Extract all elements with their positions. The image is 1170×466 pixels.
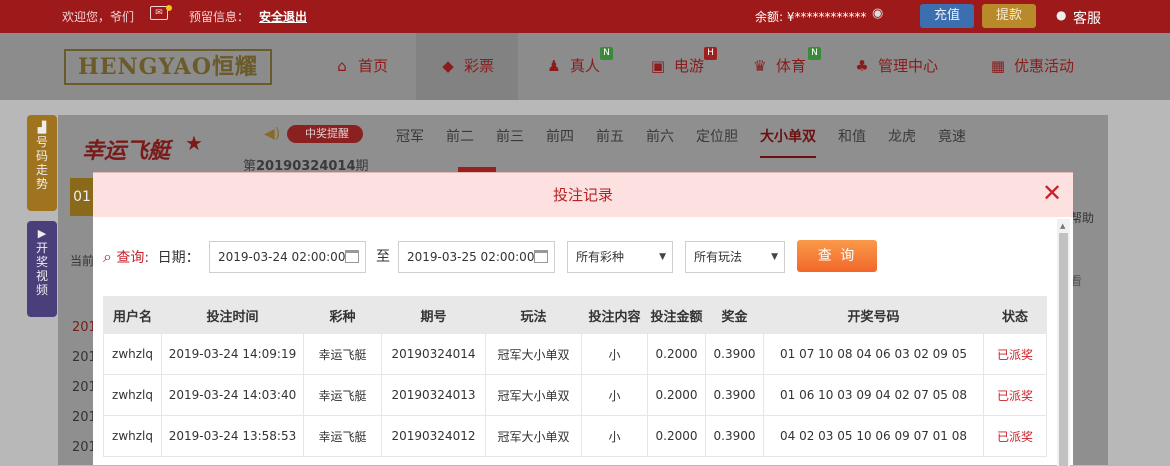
caret-down-icon: ▼ — [659, 252, 666, 262]
user-icon: ● — [1056, 8, 1067, 22]
tab-dragon-tiger[interactable]: 龙虎 — [888, 126, 916, 146]
table-row[interactable]: zwhzlq 2019-03-24 13:58:53 幸运飞艇 20190324… — [103, 415, 1047, 457]
top-bar: 欢迎您，爷们 ✉ 预留信息： 安全退出 余额: ¥************ ◉ … — [0, 0, 1170, 33]
col-play: 玩法 — [485, 296, 582, 334]
notification-dot — [166, 5, 172, 11]
customer-service-link[interactable]: 客服 — [1073, 8, 1101, 28]
table-row[interactable]: zwhzlq 2019-03-24 14:09:19 幸运飞艇 20190324… — [103, 333, 1047, 375]
nav-item-promotions[interactable]: ▦ 优惠活动 — [988, 33, 1074, 100]
tab-top5[interactable]: 前五 — [596, 126, 624, 146]
nav-item-lottery[interactable]: ◆ 彩票 — [416, 33, 518, 100]
eye-hidden-icon[interactable]: ◉ — [872, 6, 883, 21]
play-select[interactable]: 所有玩法 ▼ — [685, 241, 785, 273]
tab-top2[interactable]: 前二 — [446, 126, 474, 146]
status-badge: 已派奖 — [983, 333, 1047, 375]
game-title: 幸运飞艇 — [82, 139, 171, 164]
col-content: 投注内容 — [581, 296, 648, 334]
scrollbar-thumb[interactable] — [1059, 233, 1068, 466]
help-link[interactable]: 帮助 — [1070, 209, 1094, 226]
calendar-icon[interactable] — [345, 250, 359, 263]
ticket-icon: ◆ — [442, 57, 454, 75]
person-icon: ♟ — [547, 57, 561, 75]
modal-title: 投注记录 — [552, 186, 613, 204]
trend-tab[interactable]: ▟ 号码走势 — [27, 115, 57, 211]
withdraw-button[interactable]: 提款 — [982, 4, 1036, 28]
logout-link[interactable]: 安全退出 — [259, 8, 307, 25]
tab-champion[interactable]: 冠军 — [396, 126, 424, 146]
search-icon: ⌕ — [103, 247, 112, 266]
tab-race[interactable]: 竟速 — [938, 126, 966, 146]
query-button[interactable]: 查 询 — [797, 240, 877, 272]
bet-records-table: 用户名 投注时间 彩种 期号 玩法 投注内容 投注金额 奖金 开奖号码 状态 z… — [103, 296, 1047, 457]
table-row[interactable]: zwhzlq 2019-03-24 14:03:40 幸运飞艇 20190324… — [103, 374, 1047, 416]
deposit-button[interactable]: 充值 — [920, 4, 974, 28]
play-icon: ▶ — [37, 227, 47, 240]
col-amount: 投注金额 — [647, 296, 706, 334]
balance-text: 余额: ¥************ — [755, 10, 867, 24]
win-alert-toggle[interactable]: 中奖提醒 — [287, 125, 363, 143]
caret-down-icon: ▼ — [771, 252, 778, 262]
welcome-text: 欢迎您，爷们 — [62, 10, 135, 24]
new-badge: N — [600, 47, 613, 60]
tab-top6[interactable]: 前六 — [646, 126, 674, 146]
current-label: 当前 — [70, 254, 95, 268]
nav-item-slots[interactable]: ▣ 电游 H — [648, 33, 717, 100]
tab-size-odd-even[interactable]: 大小单双 — [760, 126, 816, 158]
ball-badge: 01 — [70, 178, 94, 216]
to-label: 至 — [376, 249, 390, 265]
new-badge: N — [808, 47, 821, 60]
hot-badge: H — [704, 47, 717, 60]
tab-position[interactable]: 定位胆 — [696, 126, 738, 146]
video-tab[interactable]: ▶ 开奖视频 — [27, 221, 57, 317]
table-header: 用户名 投注时间 彩种 期号 玩法 投注内容 投注金额 奖金 开奖号码 状态 — [103, 296, 1047, 334]
modal-header: 投注记录 ✕ — [93, 173, 1073, 217]
nav-item-sports[interactable]: ♛ 体育 N — [750, 33, 821, 100]
bet-record-modal: 投注记录 ✕ ⌕ 查询: 日期： 2019-03-24 02:00:00 至 2… — [93, 172, 1073, 466]
col-bet-time: 投注时间 — [161, 296, 304, 334]
date-to-input[interactable]: 2019-03-25 02:00:00 — [398, 241, 555, 273]
col-status: 状态 — [983, 296, 1047, 334]
nav-item-management[interactable]: ♣ 管理中心 — [852, 33, 938, 100]
tab-top3[interactable]: 前三 — [496, 126, 524, 146]
col-username: 用户名 — [103, 296, 162, 334]
nav-item-home[interactable]: ⌂ 首页 — [332, 33, 388, 100]
date-from-input[interactable]: 2019-03-24 02:00:00 — [209, 241, 366, 273]
chart-icon: ▟ — [37, 121, 47, 134]
slot-machine-icon: ▣ — [650, 57, 666, 75]
lottery-select[interactable]: 所有彩种 ▼ — [567, 241, 673, 273]
modal-scrollbar[interactable]: ▲ — [1057, 219, 1070, 466]
gift-icon: ▦ — [990, 57, 1006, 75]
calendar-icon[interactable] — [534, 250, 548, 263]
star-icon: ★ — [185, 131, 203, 155]
tab-top4[interactable]: 前四 — [546, 126, 574, 146]
status-badge: 已派奖 — [983, 374, 1047, 416]
scroll-up-icon[interactable]: ▲ — [1060, 222, 1065, 230]
col-prize: 奖金 — [705, 296, 764, 334]
notice-label: 预留信息： — [189, 10, 250, 24]
nav-item-live[interactable]: ♟ 真人 N — [544, 33, 613, 100]
col-period: 期号 — [381, 296, 486, 334]
col-draw-numbers: 开奖号码 — [763, 296, 984, 334]
site-logo[interactable]: HENGYAO恒耀 — [64, 49, 272, 85]
status-badge: 已派奖 — [983, 415, 1047, 457]
speaker-icon[interactable]: ◀) — [264, 126, 280, 142]
users-icon: ♣ — [855, 57, 869, 75]
home-icon: ⌂ — [337, 57, 347, 75]
query-label: ⌕ 查询: 日期： — [103, 247, 200, 266]
tab-sum[interactable]: 和值 — [838, 126, 866, 146]
col-lottery: 彩种 — [303, 296, 382, 334]
date-label: 日期： — [157, 250, 200, 266]
trophy-icon: ♛ — [753, 57, 767, 75]
close-icon[interactable]: ✕ — [1041, 181, 1063, 205]
